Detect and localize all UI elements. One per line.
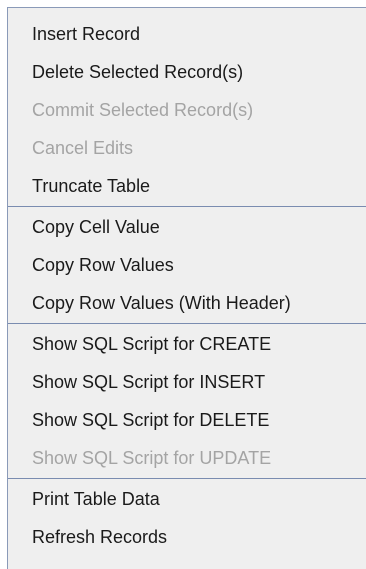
context-menu: Insert Record Delete Selected Record(s) …: [7, 7, 366, 569]
menu-item-cancel-edits: Cancel Edits: [32, 138, 134, 158]
menu-item-print-table-data[interactable]: Print Table Data: [8, 480, 366, 518]
menu-item-truncate-table[interactable]: Truncate Table: [8, 167, 366, 205]
menu-separator: [8, 478, 366, 479]
menu-separator: [8, 323, 366, 324]
menu-separator: [8, 206, 366, 207]
menu-item-copy-row-values[interactable]: Copy Row Values: [8, 246, 366, 284]
menu-item-refresh-records[interactable]: Refresh Records: [8, 518, 366, 556]
menu-item-copy-cell-value[interactable]: Copy Cell Value: [8, 208, 366, 246]
menu-item-delete-selected-records[interactable]: Delete Selected Record(s): [8, 53, 366, 91]
menu-item-insert-record[interactable]: Insert Record: [8, 15, 366, 53]
menu-item-show-sql-delete[interactable]: Show SQL Script for DELETE: [8, 401, 366, 439]
menu-item-show-sql-insert[interactable]: Show SQL Script for INSERT: [8, 363, 366, 401]
menu-item-show-sql-create[interactable]: Show SQL Script for CREATE: [8, 325, 366, 363]
menu-item-commit-selected-records: Commit Selected Record(s): [32, 100, 254, 120]
menu-item-copy-row-values-with-header[interactable]: Copy Row Values (With Header): [8, 284, 366, 322]
menu-item-show-sql-update: Show SQL Script for UPDATE: [32, 448, 272, 468]
